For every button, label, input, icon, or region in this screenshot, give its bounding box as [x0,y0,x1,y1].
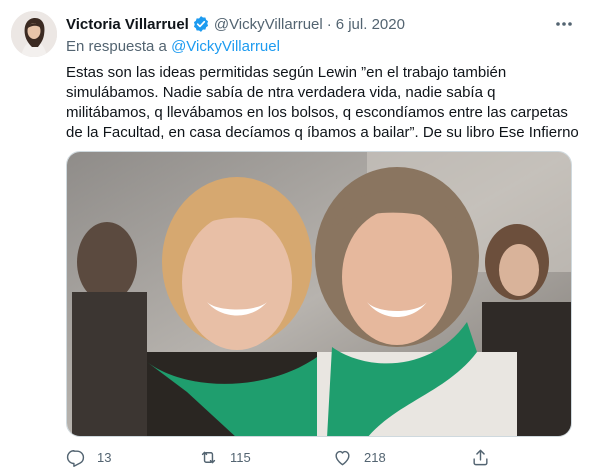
author-name[interactable]: Victoria Villarruel [66,16,189,33]
like-button[interactable]: 218 [333,448,386,467]
photo-image [67,152,571,436]
share-icon [473,449,488,466]
retweet-count: 115 [230,450,251,465]
tweet-text-line: militábamos, q llevábamos en los bolsos,… [66,104,568,121]
reply-icon [66,450,85,467]
like-count: 218 [364,450,386,465]
more-options-icon[interactable] [553,14,575,34]
reply-context: En respuesta a @VickyVillarruel [66,38,280,55]
reply-prefix: En respuesta a [66,38,167,55]
like-icon [335,450,350,466]
tweet-text: Estas son las ideas permitidas según Lew… [66,63,579,143]
separator-dot: · [326,15,332,33]
action-bar: 13 115 218 [66,448,506,472]
tweet-date[interactable]: 6 jul. 2020 [336,16,405,33]
retweet-button[interactable]: 115 [199,448,251,467]
reply-button[interactable]: 13 [66,448,111,467]
author-handle[interactable]: @VickyVillarruel [214,16,323,33]
tweet-photo[interactable] [66,151,572,437]
tweet-header: Victoria Villarruel @VickyVillarruel · 6… [66,14,557,34]
share-button[interactable] [471,448,502,467]
retweet-icon [201,451,216,464]
avatar-image [11,11,57,57]
tweet-text-line: de la Facultad, en casa decíamos q íbamo… [66,124,579,141]
tweet-card[interactable]: Victoria Villarruel @VickyVillarruel · 6… [0,0,597,472]
avatar[interactable] [11,11,57,57]
verified-badge-icon [192,15,210,33]
reply-count: 13 [97,450,112,465]
tweet-text-line: simulábamos. Nadie sabía de ntra verdade… [66,84,496,101]
reply-handle-link[interactable]: @VickyVillarruel [171,38,280,55]
tweet-text-line: Estas son las ideas permitidas según Lew… [66,64,507,81]
